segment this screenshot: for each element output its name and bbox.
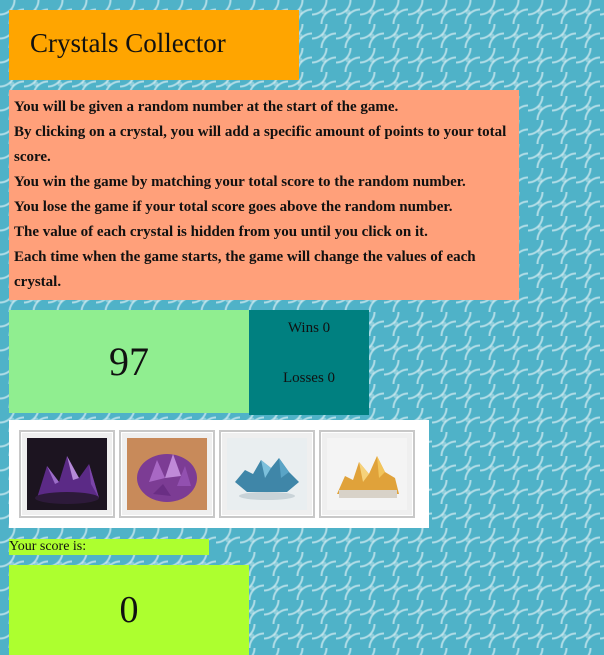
citrine-crystal-icon [327,438,407,510]
amethyst-geode-icon [127,438,207,510]
title-box: Crystals Collector [9,10,299,80]
page-title: Crystals Collector [30,28,226,58]
instruction-line: Each time when the game starts, the game… [14,249,476,290]
crystal-button-2[interactable] [119,430,215,518]
instruction-line: You win the game by matching your total … [14,174,466,190]
crystal-button-3[interactable] [219,430,315,518]
random-number-box: 97 [9,310,249,413]
instructions-panel: You will be given a random number at the… [9,90,519,300]
crystal-button-4[interactable] [319,430,415,518]
amethyst-cluster-icon [27,438,107,510]
instruction-line: The value of each crystal is hidden from… [14,224,428,240]
score-box: 0 [9,565,249,655]
stats-box: Wins 0 Losses 0 [249,310,369,415]
wins-count: Wins 0 [287,320,331,336]
total-score: 0 [119,589,139,631]
blue-crystal-icon [227,438,307,510]
instruction-line: By clicking on a crystal, you will add a… [14,124,507,165]
crystal-button-1[interactable] [19,430,115,518]
crystal-panel [9,420,429,528]
instruction-line: You will be given a random number at the… [14,99,399,115]
losses-count: Losses 0 [282,370,336,386]
random-number: 97 [109,339,149,384]
instruction-line: You lose the game if your total score go… [14,199,453,215]
score-label: Your score is: [9,539,209,555]
